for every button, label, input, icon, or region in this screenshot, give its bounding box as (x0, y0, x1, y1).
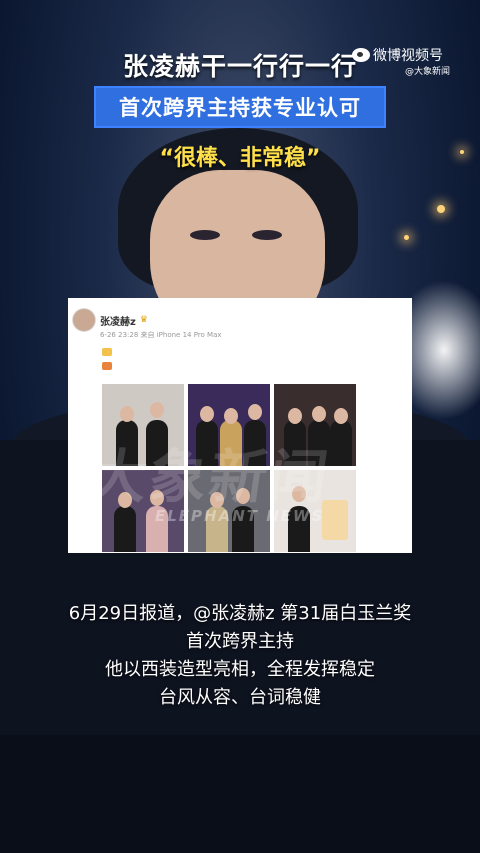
post-meta: 6-26 23:28 来自 iPhone 14 Pro Max (100, 331, 222, 339)
caption-line: 6月29日报道，@张凌赫z 第31届白玉兰奖 (68, 603, 412, 624)
caption-line: 他以西装造型亮相，全程发挥稳定 (105, 659, 375, 680)
post-username: 张凌赫z (100, 316, 136, 328)
video-frame: 张凌赫干一行行一行 首次跨界主持获专业认可 “很棒、非常稳” 微博视频号 @大象… (0, 0, 480, 853)
bottom-band (0, 735, 480, 853)
news-watermark-en: ELEPHANT NEWS (155, 507, 325, 525)
weibo-video-logo: 微博视频号 (352, 45, 443, 65)
source-handle: @大象新闻 (405, 67, 451, 77)
emoji-icon (102, 362, 112, 370)
avatar (72, 308, 96, 332)
emoji-icon (102, 348, 112, 356)
quote-text: “很棒、非常稳” (159, 146, 321, 171)
weibo-icon (352, 48, 370, 62)
caption-line: 台风从容、台词稳健 (159, 687, 321, 708)
news-watermark: 大象新闻 (84, 443, 335, 511)
headline-banner: 首次跨界主持获专业认可 (96, 88, 384, 126)
subtitle-caption: 6月29日报道，@张凌赫z 第31届白玉兰奖 首次跨界主持 他以西装造型亮相，全… (0, 600, 480, 712)
crown-icon: ♛ (139, 315, 148, 325)
caption-line: 首次跨界主持 (186, 631, 294, 652)
